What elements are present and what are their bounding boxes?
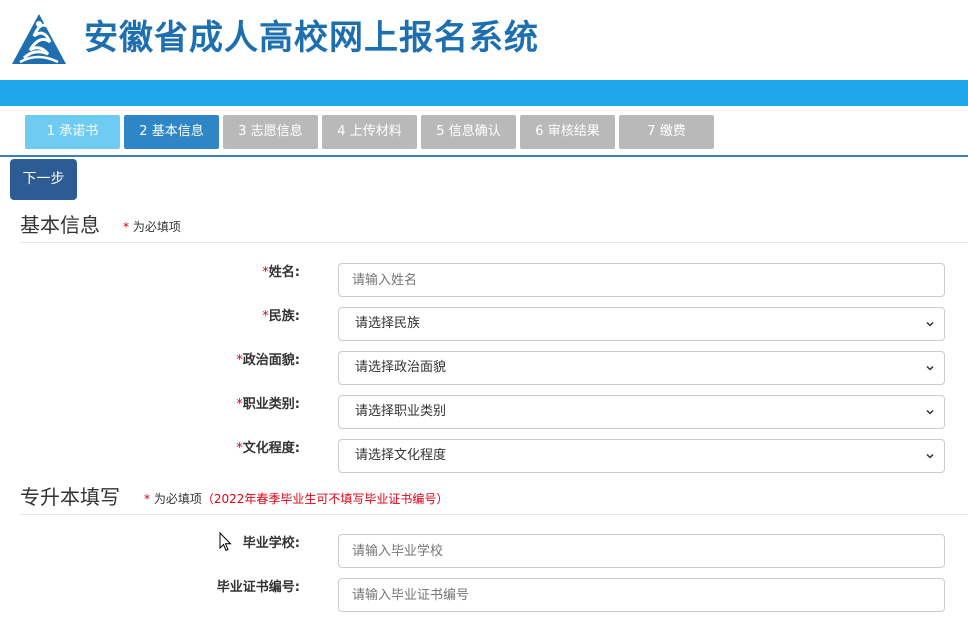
education-row: *文化程度: 请选择文化程度 (0, 439, 968, 473)
step-basic-info[interactable]: 2 基本信息 (124, 115, 219, 149)
graduate-note: （2022年春季毕业生可不填写毕业证书编号） (201, 492, 449, 506)
page-title: 安徽省成人高校网上报名系统 (84, 18, 539, 58)
upgrade-required-note: * 为必填项（2022年春季毕业生可不填写毕业证书编号） (144, 492, 449, 506)
school-row: 毕业学校: (0, 534, 968, 568)
ethnicity-select-value: 请选择民族 (355, 316, 421, 331)
step-preferences[interactable]: 3 志愿信息 (223, 115, 318, 149)
upgrade-title: 专升本填写 (20, 485, 120, 509)
mouse-pointer-icon (219, 532, 232, 552)
required-note: * 为必填项 (123, 220, 181, 234)
basic-info-section-header: 基本信息 * 为必填项 (20, 212, 968, 243)
occupation-label: *职业类别: (236, 397, 300, 412)
political-label: *政治面貌: (236, 353, 300, 368)
step-confirm[interactable]: 5 信息确认 (421, 115, 516, 149)
school-label: 毕业学校: (242, 536, 300, 551)
political-select[interactable]: 请选择政治面貌 (338, 351, 945, 385)
cert-row: 毕业证书编号: (0, 578, 968, 612)
next-step-button[interactable]: 下一步 (10, 159, 77, 200)
ethnicity-label: *民族: (262, 309, 300, 324)
school-input[interactable] (338, 534, 945, 568)
steps-divider (0, 155, 968, 157)
occupation-select-value: 请选择职业类别 (355, 404, 447, 419)
chevron-down-icon (926, 365, 934, 371)
name-label: *姓名: (262, 265, 300, 280)
step-promise[interactable]: 1 承诺书 (25, 115, 120, 149)
chevron-down-icon (926, 409, 934, 415)
chevron-down-icon (926, 453, 934, 459)
education-select-value: 请选择文化程度 (355, 448, 447, 463)
name-input[interactable] (338, 263, 945, 297)
step-payment[interactable]: 7 缴费 (619, 115, 714, 149)
chevron-down-icon (926, 321, 934, 327)
site-header: 安徽省成人高校网上报名系统 (0, 0, 968, 80)
occupation-select[interactable]: 请选择职业类别 (338, 395, 945, 429)
education-label: *文化程度: (236, 441, 300, 456)
book-flame-logo-icon (12, 14, 66, 64)
education-select[interactable]: 请选择文化程度 (338, 439, 945, 473)
political-select-value: 请选择政治面貌 (355, 360, 447, 375)
political-row: *政治面貌: 请选择政治面貌 (0, 351, 968, 385)
step-upload[interactable]: 4 上传材料 (322, 115, 417, 149)
occupation-row: *职业类别: 请选择职业类别 (0, 395, 968, 429)
basic-info-title: 基本信息 (20, 213, 100, 237)
cert-number-input[interactable] (338, 578, 945, 612)
cert-label: 毕业证书编号: (216, 580, 300, 595)
ethnicity-row: *民族: 请选择民族 (0, 307, 968, 341)
step-review-result[interactable]: 6 审核结果 (520, 115, 615, 149)
name-row: *姓名: (0, 263, 968, 297)
ethnicity-select[interactable]: 请选择民族 (338, 307, 945, 341)
header-bar (0, 80, 968, 106)
upgrade-section-header: 专升本填写 * 为必填项（2022年春季毕业生可不填写毕业证书编号） (20, 484, 968, 515)
